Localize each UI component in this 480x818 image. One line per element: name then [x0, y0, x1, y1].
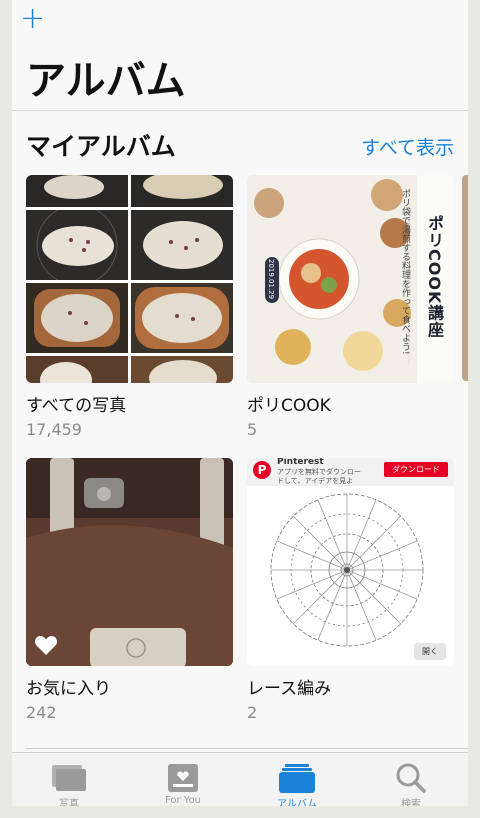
album-count: 17,459 [26, 420, 82, 439]
albums-screen: + アルバム マイアルバム すべて表示 すべての写真 17,459 ポリCOOK… [12, 0, 468, 806]
album-thumbnail[interactable] [26, 175, 233, 383]
next-album-peek [462, 175, 468, 381]
flyer-title: ポリCOOK講座 [425, 215, 444, 339]
dough-photo [26, 210, 128, 280]
banner-brand: Pinterest [277, 458, 324, 467]
tab-label: 検索 [401, 799, 421, 806]
tab-albums[interactable]: アルバム [240, 753, 354, 806]
pinterest-logo-icon: P [253, 461, 271, 479]
pan-photo [26, 283, 128, 353]
bread-photo [131, 356, 233, 383]
bread-photo [26, 175, 128, 207]
pinterest-banner: P Pinterest アプリを無料でダウンロー ドして、アイデアを見よ ダウン… [247, 458, 454, 486]
album-name: お気に入り [26, 679, 111, 699]
search-icon [396, 763, 426, 793]
flyer-subtitle: ポリ袋で湯煎する料理を作って食べよう! [400, 189, 410, 355]
tab-label: アルバム [277, 799, 317, 806]
photos-icon [52, 765, 86, 791]
album-count: 2 [247, 703, 258, 722]
album-count: 242 [26, 703, 57, 722]
tab-for-you[interactable]: For You [126, 753, 240, 806]
flyer-date: 2019.01.29 [267, 259, 275, 300]
section-title: マイアルバム [26, 132, 176, 161]
album-name: すべての写真 [26, 396, 127, 416]
bread-photo [26, 356, 128, 383]
open-button: 開く [414, 643, 446, 660]
album-name: レース編み [247, 679, 332, 699]
pan-photo [131, 283, 233, 353]
add-album-button[interactable]: + [20, 4, 45, 34]
favorite-heart-icon [34, 636, 58, 655]
tab-label: 写真 [59, 799, 79, 806]
download-button: ダウンロード [384, 462, 448, 477]
dough-photo [131, 210, 233, 280]
album-all-photos[interactable]: すべての写真 17,459 [26, 175, 233, 439]
lace-doily-pattern [270, 493, 424, 647]
navigation-bar: + アルバム [12, 0, 468, 111]
my-albums-header: マイアルバム すべて表示 [12, 111, 468, 173]
albums-icon [279, 764, 315, 793]
album-poly-cook[interactable]: ポリCOOK講座 ポリ袋で湯煎する料理を作って食べよう! 2019.01.29 … [247, 175, 454, 439]
tab-label: For You [164, 795, 202, 806]
album-name: ポリCOOK [247, 396, 331, 416]
section-divider [26, 748, 468, 749]
album-count: 5 [247, 420, 258, 439]
album-favorites[interactable]: お気に入り 242 [26, 458, 233, 722]
see-all-link[interactable]: すべて表示 [361, 133, 454, 160]
for-you-icon [168, 764, 198, 792]
tab-search[interactable]: 検索 [354, 753, 468, 806]
photo-collage [26, 175, 233, 383]
album-thumbnail[interactable] [26, 458, 233, 666]
page-title: アルバム [26, 58, 186, 104]
tab-photos[interactable]: 写真 [12, 753, 126, 806]
album-thumbnail[interactable]: ポリCOOK講座 ポリ袋で湯煎する料理を作って食べよう! 2019.01.29 [247, 175, 454, 383]
tab-bar: 写真 For You アルバム 検索 [12, 752, 468, 806]
album-lace-knitting[interactable]: P Pinterest アプリを無料でダウンロー ドして、アイデアを見よ ダウン… [247, 458, 454, 722]
banner-text-2: ドして、アイデアを見よ [277, 477, 354, 485]
album-thumbnail[interactable]: P Pinterest アプリを無料でダウンロー ドして、アイデアを見よ ダウン… [247, 458, 454, 666]
bread-photo [131, 175, 233, 207]
